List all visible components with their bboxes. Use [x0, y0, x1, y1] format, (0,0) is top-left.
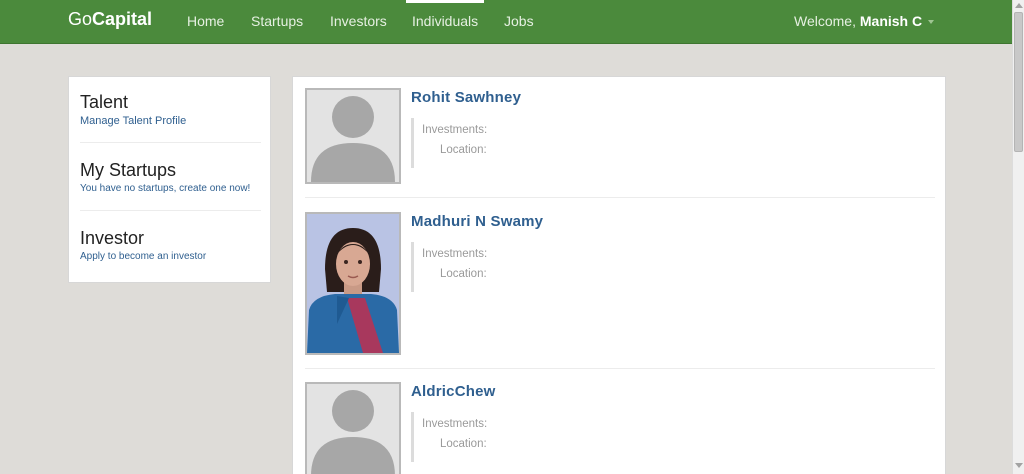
- user-name: Manish C: [859, 13, 923, 29]
- user-menu[interactable]: Welcome, Manish C: [794, 13, 935, 29]
- page-scrollbar[interactable]: [1012, 0, 1024, 474]
- brand-suffix: Capital: [92, 9, 153, 29]
- welcome-text: Welcome,: [794, 13, 860, 29]
- brand-logo[interactable]: GoCapital: [68, 9, 152, 30]
- location-label: Location:: [440, 268, 487, 280]
- location-label: Location:: [440, 438, 487, 450]
- investments-label: Investments:: [422, 418, 488, 430]
- default-avatar-icon: [307, 384, 399, 474]
- sidebar-talent-title: Talent: [80, 92, 129, 112]
- investments-label: Investments:: [422, 248, 488, 260]
- sidebar-investor-section: Investor Apply to become an investor: [80, 228, 261, 262]
- investments-label: Investments:: [422, 124, 488, 136]
- create-startup-link[interactable]: create one now!: [179, 183, 250, 194]
- nav-startups[interactable]: Startups: [251, 13, 303, 29]
- person-details: Investments: Location:: [411, 412, 531, 462]
- become-investor-link[interactable]: Apply to become an investor: [80, 251, 206, 262]
- top-navbar: GoCapital Home Startups Investors Indivi…: [0, 0, 1012, 44]
- sidebar-divider: [80, 142, 261, 143]
- manage-talent-link[interactable]: Manage Talent Profile: [80, 115, 186, 127]
- person-name-link[interactable]: Rohit Sawhney: [411, 89, 521, 106]
- nav-investors[interactable]: Investors: [330, 13, 387, 29]
- scroll-up-icon[interactable]: [1015, 3, 1023, 8]
- person-details: Investments: Location:: [411, 242, 531, 292]
- profile-photo-icon: [307, 214, 399, 353]
- nav-jobs[interactable]: Jobs: [504, 13, 534, 29]
- sidebar-talent-section: Talent Manage Talent Profile: [80, 92, 261, 127]
- sidebar-startups-title: My Startups: [80, 160, 177, 180]
- sidebar-panel: Talent Manage Talent Profile My Startups…: [68, 76, 271, 283]
- scroll-down-icon[interactable]: [1015, 463, 1023, 468]
- location-label: Location:: [440, 144, 487, 156]
- scroll-thumb[interactable]: [1014, 12, 1023, 152]
- default-avatar-icon: [307, 90, 399, 182]
- brand-prefix: Go: [68, 9, 93, 29]
- avatar[interactable]: [305, 212, 401, 355]
- avatar[interactable]: [305, 88, 401, 184]
- nav-home[interactable]: Home: [187, 13, 224, 29]
- no-startups-text: You have no startups,: [80, 183, 180, 194]
- sidebar-divider: [80, 210, 261, 211]
- avatar[interactable]: [305, 382, 401, 474]
- person-name-link[interactable]: Madhuri N Swamy: [411, 213, 543, 230]
- nav-individuals[interactable]: Individuals: [412, 13, 478, 29]
- sidebar-startups-section: My Startups You have no startups, create…: [80, 160, 261, 194]
- individuals-list: Rohit Sawhney Investments: Location: Mad…: [292, 76, 946, 474]
- row-divider: [305, 197, 935, 198]
- nav-active-indicator: [406, 0, 484, 3]
- chevron-down-icon: [928, 20, 935, 25]
- sidebar-investor-title: Investor: [80, 228, 145, 248]
- person-details: Investments: Location:: [411, 118, 531, 168]
- row-divider: [305, 368, 935, 369]
- person-name-link[interactable]: AldricChew: [411, 383, 496, 400]
